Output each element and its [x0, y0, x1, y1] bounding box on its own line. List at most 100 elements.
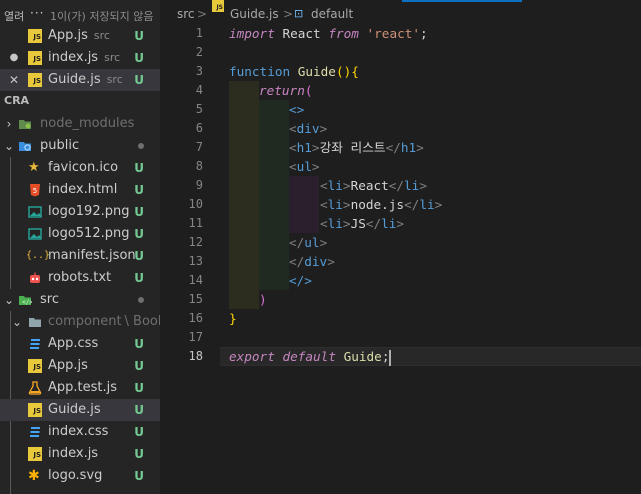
workspace-section-title[interactable]: CRA — [4, 94, 29, 107]
open-editors-title: 열려 — [4, 10, 25, 23]
open-editor-dir: src — [93, 29, 110, 42]
explorer-sidebar: 열려 ··· 1이(가) 저장되지 않음 JS App.js src U ● JS… — [0, 0, 160, 494]
git-status-badge: U — [134, 249, 144, 263]
robot-icon — [28, 271, 42, 285]
tree-folder-component[interactable]: ⌄ component\ Books — [0, 311, 160, 333]
line-number: 9 — [195, 178, 203, 192]
line-number: 7 — [195, 140, 203, 154]
css-file-icon — [28, 425, 42, 439]
line-number: 14 — [188, 273, 203, 287]
open-editor-item-app-js[interactable]: JS App.js src U — [0, 25, 160, 47]
open-editor-name: index.js — [48, 50, 99, 65]
tree-file-index-html[interactable]: 5 index.html U — [0, 179, 160, 201]
code-editor[interactable]: src > JS Guide.js > ⊡ default 1 2 3 4 5 … — [160, 0, 641, 494]
line-number: 3 — [195, 64, 203, 78]
open-editor-item-index-js[interactable]: ● JS index.js src U — [0, 47, 160, 69]
javascript-file-icon: JS — [28, 447, 42, 461]
line-number: 4 — [195, 83, 203, 97]
tree-file-guide-js[interactable]: JS Guide.js U — [0, 399, 160, 421]
tree-file-robots[interactable]: robots.txt U — [0, 267, 160, 289]
tree-folder-public[interactable]: ⌄ public — [0, 135, 160, 157]
code-line-8[interactable]: <ul> — [289, 157, 320, 176]
tree-file-favicon[interactable]: ★ favicon.ico U — [0, 157, 160, 179]
indent-rainbow-level-3 — [289, 176, 319, 233]
compact-folder-suffix: \ Books — [124, 314, 160, 329]
folder-component-icon — [28, 315, 42, 329]
star-icon: ★ — [28, 160, 40, 175]
code-line-5[interactable]: <> — [289, 100, 304, 119]
modified-dot — [138, 143, 144, 149]
code-line-4[interactable]: return( — [259, 81, 312, 100]
tree-folder-src[interactable]: ⌄ </> src — [0, 289, 160, 311]
line-number: 16 — [188, 311, 203, 325]
chevron-down-icon: ⌄ — [11, 315, 23, 329]
git-status-badge: U — [134, 359, 144, 373]
code-line-10[interactable]: <li>node.js</li> — [320, 195, 442, 214]
tree-item-label: manifest.json — [48, 248, 136, 263]
code-line-11[interactable]: <li>JS</li> — [320, 214, 404, 233]
code-line-14[interactable]: </> — [289, 271, 312, 290]
chevron-right-icon: › — [6, 117, 12, 131]
code-line-15[interactable]: ) — [259, 290, 267, 309]
indent-rainbow-level-2 — [259, 100, 289, 290]
line-number: 11 — [188, 216, 203, 230]
tree-file-index-js[interactable]: JS index.js U — [0, 443, 160, 465]
test-flask-icon — [28, 381, 42, 395]
chevron-down-icon: ⌄ — [3, 293, 15, 307]
code-line-3[interactable]: function Guide(){ — [229, 62, 359, 81]
tree-file-logo192[interactable]: logo192.png U — [0, 201, 160, 223]
code-line-7[interactable]: <h1>강좌 리스트</h1> — [289, 138, 424, 157]
tree-folder-node-modules[interactable]: › node_modules — [0, 113, 160, 135]
open-editor-name: Guide.js — [48, 72, 101, 87]
javascript-file-icon: JS — [212, 0, 224, 12]
html5-icon: 5 — [28, 183, 42, 197]
tree-file-app-js[interactable]: JS App.js U — [0, 355, 160, 377]
tree-file-manifest[interactable]: {..} manifest.json U — [0, 245, 160, 267]
folder-src-icon: </> — [18, 293, 33, 307]
javascript-file-icon: JS — [28, 51, 42, 65]
tree-file-logo-svg[interactable]: ✱ logo.svg U — [0, 465, 160, 487]
git-status-badge: U — [134, 271, 144, 285]
tree-item-label: Guide.js — [48, 402, 101, 417]
line-number: 8 — [195, 159, 203, 173]
more-actions-icon[interactable]: ··· — [30, 6, 44, 20]
code-line-18[interactable]: export default Guide; — [229, 347, 392, 366]
tree-item-label: index.js — [48, 446, 99, 461]
git-status-badge: U — [134, 161, 144, 175]
code-line-6[interactable]: <div> — [289, 119, 327, 138]
modified-dot — [138, 297, 144, 303]
open-editor-item-guide-js[interactable]: ✕ JS Guide.js src U — [0, 69, 160, 91]
svg-text:</>: </> — [22, 299, 32, 306]
svg-asterisk-icon: ✱ — [28, 468, 40, 484]
line-number: 1 — [195, 26, 203, 40]
tree-item-label: logo.svg — [48, 468, 103, 483]
open-editor-dir: src — [106, 73, 123, 86]
code-line-12[interactable]: </ul> — [289, 233, 327, 252]
code-line-9[interactable]: <li>React</li> — [320, 176, 427, 195]
javascript-file-icon: JS — [28, 73, 42, 87]
unsaved-count-label: 1이(가) 저장되지 않음 — [50, 10, 154, 23]
image-file-icon — [28, 227, 42, 241]
git-status-badge: U — [134, 73, 144, 87]
line-number: 15 — [188, 292, 203, 306]
open-editor-name: App.js — [48, 28, 88, 43]
line-number: 2 — [195, 45, 203, 59]
chevron-down-icon: ⌄ — [3, 139, 15, 153]
git-status-badge: U — [134, 227, 144, 241]
code-line-13[interactable]: </div> — [289, 252, 335, 271]
line-number: 12 — [188, 235, 203, 249]
close-icon[interactable]: ✕ — [7, 69, 21, 91]
open-editor-dir: src — [104, 51, 121, 64]
tree-file-app-test-js[interactable]: App.test.js U — [0, 377, 160, 399]
folder-node-icon — [18, 117, 32, 131]
code-line-16[interactable]: } — [229, 309, 237, 328]
tree-file-app-css[interactable]: App.css U — [0, 333, 160, 355]
git-status-badge: U — [134, 403, 144, 417]
git-status-badge: U — [134, 469, 144, 483]
unsaved-dot-icon[interactable]: ● — [7, 47, 21, 69]
line-number: 17 — [188, 330, 203, 344]
tree-file-index-css[interactable]: index.css U — [0, 421, 160, 443]
tree-file-logo512[interactable]: logo512.png U — [0, 223, 160, 245]
line-number: 5 — [195, 102, 203, 116]
code-line-1[interactable]: import React from 'react'; — [229, 24, 428, 43]
